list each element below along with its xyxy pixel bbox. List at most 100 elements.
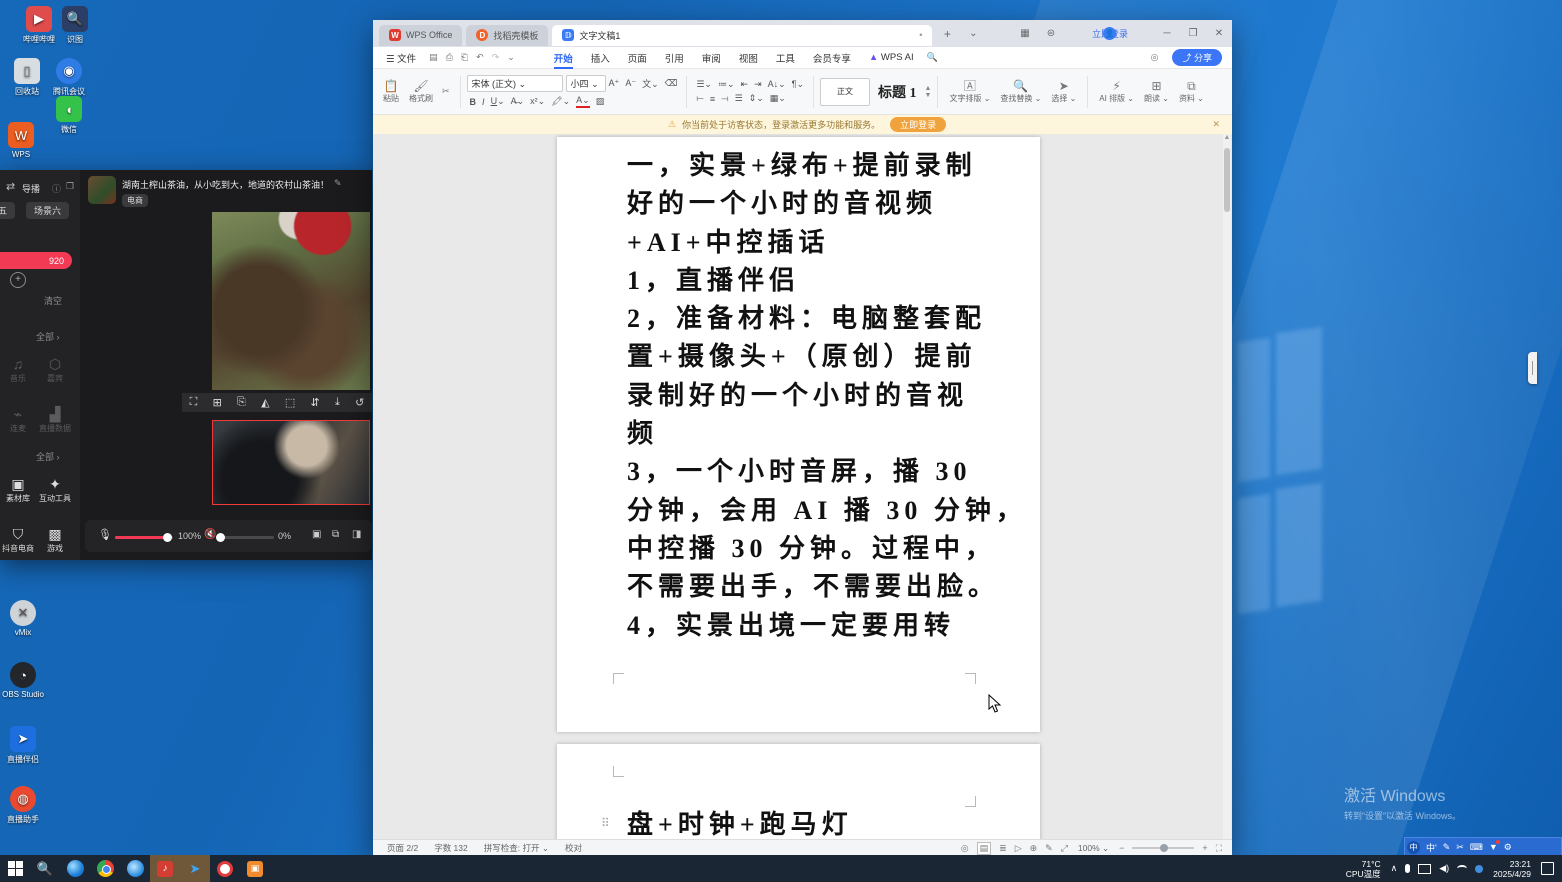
- live-counter-badge[interactable]: 920: [0, 252, 72, 269]
- mirror-icon[interactable]: ◭: [261, 396, 269, 409]
- web-view-icon[interactable]: ⊕: [1030, 843, 1038, 854]
- desktop-icon-live-companion[interactable]: ➤ 直播伴侣: [0, 726, 50, 765]
- taskbar-orange-app-icon[interactable]: ▣: [240, 855, 270, 882]
- decrease-font-icon[interactable]: A⁻: [625, 78, 636, 89]
- collapse-icon[interactable]: ◨: [352, 529, 361, 540]
- popout-icon[interactable]: ❐: [66, 181, 74, 192]
- mic-icon[interactable]: 🎙: [98, 528, 112, 541]
- strikethrough-button[interactable]: A̶⌄: [511, 96, 525, 107]
- notification-center-icon[interactable]: [1541, 862, 1554, 875]
- find-replace-button[interactable]: 🔍 查找替换 ⌄: [1000, 80, 1041, 104]
- desktop-icon-live-helper[interactable]: ◍ 直播助手: [0, 786, 50, 825]
- section-all-2[interactable]: 全部 ›: [36, 450, 60, 463]
- document-page-1[interactable]: 一，实景+绿布+提前录制 好的一个小时的音视频 +AI+中控插话 1，直播伴侣 …: [557, 137, 1040, 732]
- tray-wifi-icon[interactable]: [1457, 865, 1467, 872]
- ime-toolbox-icon[interactable]: ▼: [1489, 842, 1498, 852]
- align-center-button[interactable]: ≡: [710, 94, 715, 104]
- minimize-button[interactable]: ─: [1154, 28, 1180, 39]
- menu-view[interactable]: 视图: [730, 51, 767, 65]
- grid-icon[interactable]: ⊞: [213, 396, 222, 409]
- start-button[interactable]: [0, 855, 30, 882]
- tray-mic-icon[interactable]: [1405, 864, 1410, 873]
- clear-button[interactable]: 清空: [44, 294, 62, 307]
- menu-file[interactable]: ☰ 文件: [377, 51, 425, 65]
- send-bottom-icon[interactable]: ⤓: [335, 396, 340, 409]
- scene-switch-icon[interactable]: ⧉: [332, 529, 339, 540]
- line-spacing-button[interactable]: ⇕⌄: [749, 93, 764, 104]
- ime-mode-icon[interactable]: 中': [1426, 841, 1437, 854]
- select-button[interactable]: ➤ 选择 ⌄: [1051, 80, 1076, 104]
- notice-login-button[interactable]: 立即登录: [890, 117, 946, 132]
- tab-docer-templates[interactable]: D 找稻壳模板: [466, 25, 548, 46]
- ai-typeset-button[interactable]: ⚡ AI 排版 ⌄: [1099, 80, 1134, 104]
- menu-wps-ai[interactable]: ▲ WPS AI: [860, 52, 923, 63]
- switch-icon[interactable]: ⇄: [6, 180, 15, 193]
- fullscreen-button[interactable]: ⛶: [1216, 843, 1222, 854]
- export-icon[interactable]: ⎗: [461, 52, 468, 63]
- desktop-icon-search-tool[interactable]: 🔍 识图: [48, 6, 102, 45]
- ime-keyboard-icon[interactable]: ⌨: [1470, 842, 1483, 853]
- superscript-button[interactable]: x²⌄: [530, 96, 545, 107]
- eye-protect-icon[interactable]: ◎: [1151, 52, 1159, 63]
- underline-button[interactable]: U⌄: [491, 96, 505, 107]
- taskbar-browser360-icon[interactable]: [120, 855, 150, 882]
- font-color-button[interactable]: A⌄: [576, 95, 590, 108]
- maximize-button[interactable]: ❐: [1180, 28, 1206, 39]
- menu-review[interactable]: 审阅: [693, 51, 730, 65]
- speaker-volume-slider[interactable]: [218, 536, 274, 539]
- ime-toolbar[interactable]: 中 中' ✎ ✂ ⌨ ▼ ⚙: [1404, 837, 1562, 857]
- outdent-button[interactable]: ⇤: [741, 79, 749, 90]
- format-painter-button[interactable]: 🖌 格式刷: [409, 80, 433, 104]
- fullscreen-icon[interactable]: ⛶: [190, 396, 198, 409]
- desktop-icon-wechat[interactable]: ◖ 微信: [42, 96, 96, 135]
- justify-button[interactable]: ☰: [735, 93, 743, 104]
- char-shading-button[interactable]: ▨: [596, 96, 605, 107]
- save-icon[interactable]: ▤: [429, 52, 438, 63]
- taskbar-chrome-icon[interactable]: [90, 855, 120, 882]
- tray-bluetooth-icon[interactable]: [1475, 865, 1483, 873]
- add-scene-icon[interactable]: +: [10, 272, 26, 288]
- menu-reference[interactable]: 引用: [656, 51, 693, 65]
- page-view-icon[interactable]: ▤: [977, 842, 992, 855]
- status-spellcheck[interactable]: 拼写检查: 打开 ⌄: [484, 842, 549, 854]
- ime-settings-icon[interactable]: ⚙: [1504, 842, 1512, 853]
- read-aloud-button[interactable]: ⊞ 朗读 ⌄: [1144, 80, 1169, 104]
- zoom-in-button[interactable]: +: [1202, 843, 1207, 853]
- edit-mode-icon[interactable]: ✎: [1045, 843, 1053, 854]
- menu-page[interactable]: 页面: [619, 51, 656, 65]
- italic-button[interactable]: I: [482, 97, 485, 107]
- video-preview-main[interactable]: [212, 212, 370, 390]
- cut-icon[interactable]: ✂: [442, 86, 450, 97]
- text-layout-button[interactable]: 🄰 文字排版 ⌄: [949, 80, 990, 104]
- undo-icon[interactable]: ↶: [476, 52, 484, 63]
- fit-page-icon[interactable]: ⤢: [1061, 843, 1068, 854]
- more-icon[interactable]: ⌄: [507, 52, 515, 63]
- new-tab-button[interactable]: +: [934, 27, 960, 41]
- print-icon[interactable]: ⎙: [446, 52, 453, 63]
- style-body[interactable]: 正文: [820, 78, 870, 106]
- avatar[interactable]: 👤: [1103, 27, 1116, 40]
- desktop-icon-meeting[interactable]: ◉ 腾讯会议: [42, 58, 96, 97]
- scroll-up-arrow[interactable]: ▲: [1223, 134, 1231, 146]
- bold-button[interactable]: B: [470, 97, 477, 107]
- tab-wps-office[interactable]: W WPS Office: [379, 25, 462, 46]
- ribbon-search-icon[interactable]: 🔍: [927, 52, 938, 63]
- section-all-1[interactable]: 全部 ›: [36, 330, 60, 343]
- tool-media-library[interactable]: ▣ 素材库: [0, 476, 36, 504]
- tab-list-button[interactable]: ⌄: [960, 28, 986, 39]
- tool-game[interactable]: ▩ 游戏: [37, 526, 73, 554]
- zoom-level[interactable]: 100% ⌄: [1078, 843, 1109, 854]
- align-left-button[interactable]: ⟝: [696, 93, 703, 104]
- crop-icon[interactable]: ⬚: [285, 396, 295, 409]
- tray-expand-icon[interactable]: ∧: [1391, 863, 1398, 874]
- desktop-icon-wps[interactable]: W WPS: [0, 122, 48, 159]
- tool-ecommerce[interactable]: ⛉ 抖音电商: [0, 526, 36, 554]
- eye-mode-icon[interactable]: ◎: [961, 843, 969, 854]
- material-button[interactable]: ⧉ 资料 ⌄: [1179, 80, 1204, 104]
- paste-button[interactable]: 📋 粘贴: [383, 80, 399, 104]
- tray-display-icon[interactable]: [1418, 864, 1431, 874]
- status-words[interactable]: 字数 132: [434, 842, 468, 854]
- taskbar-netease-icon[interactable]: ♪: [150, 855, 180, 882]
- speaker-muted-icon[interactable]: 🔇: [204, 529, 216, 540]
- clear-format-icon[interactable]: ⌫: [665, 78, 678, 89]
